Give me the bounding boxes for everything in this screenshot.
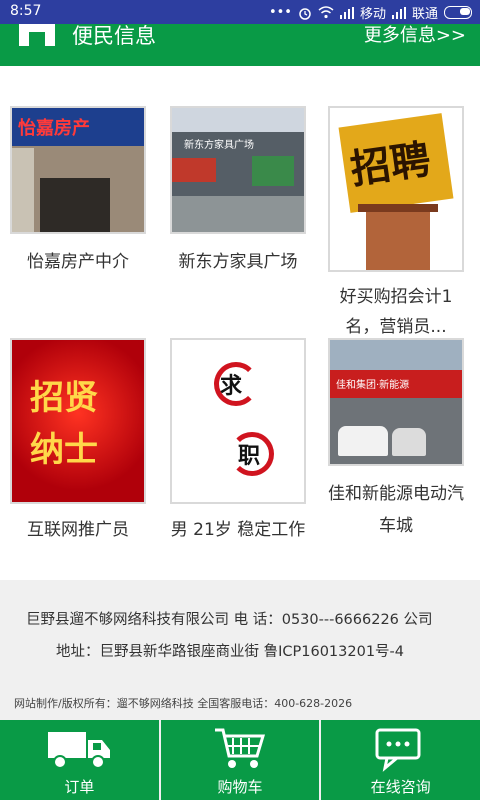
wifi-icon (318, 6, 334, 19)
carrier-1: 移动 (359, 7, 386, 22)
signal-icon (339, 6, 354, 19)
alarm-icon (299, 7, 311, 20)
card-label-ev-city: 佳和新能源电动汽车城 (328, 484, 464, 536)
footer-company: 巨野县遛不够网络科技有限公司 电 话：0530---6666226 公司 (26, 612, 433, 628)
more-info-link[interactable]: 更多信息>> (364, 21, 466, 47)
info-card-hiring[interactable]: 招聘 好买购招会计1名，营销员... (328, 106, 464, 342)
section-title: 便民信息 (72, 24, 156, 48)
info-grid: 怡嘉房产 怡嘉房产中介 新东方家具广场 新东方家具广场 招聘 好买购招会计1名，… (0, 66, 480, 580)
footer-info: 巨野县遛不够网络科技有限公司 电 话：0530---6666226 公司 地址：… (0, 580, 480, 720)
tab-consult[interactable]: 在线咨询 (321, 720, 480, 800)
info-card-recruit[interactable]: 招贤 纳士 互联网推广员 (10, 338, 146, 546)
tab-cart[interactable]: 购物车 (161, 720, 322, 800)
tab-consult-label: 在线咨询 (370, 778, 431, 796)
tab-orders-label: 订单 (64, 778, 95, 796)
status-icons: ••• 移动 联通 (269, 3, 472, 22)
chat-icon (375, 728, 421, 772)
card-label-jobseeker: 男 21岁 稳定工作 (170, 520, 306, 540)
footer-address: 地址：巨野县新华路银座商业街 鲁ICP16013201号-4 (56, 644, 405, 660)
bottom-tab-bar: 订单 购物车 在线咨询 (0, 720, 480, 800)
card-label-real-estate: 怡嘉房产中介 (27, 252, 129, 272)
footer-copyright: 网站制作/版权所有：遛不够网络科技 全国客服电话：400-628-2026 (14, 697, 353, 710)
tab-orders[interactable]: 订单 (0, 720, 161, 800)
card-image-hiring: 招聘 (328, 106, 464, 272)
card-image-real-estate: 怡嘉房产 (10, 106, 146, 234)
tab-cart-label: 购物车 (217, 778, 263, 796)
info-card-real-estate[interactable]: 怡嘉房产 怡嘉房产中介 (10, 106, 146, 278)
card-image-furniture: 新东方家具广场 (170, 106, 306, 234)
info-card-jobseeker[interactable]: 求 职 男 21岁 稳定工作 (170, 338, 306, 546)
section-header: 便民信息 更多信息>> (0, 24, 480, 66)
signal-icon-2 (391, 6, 406, 19)
truck-icon (48, 732, 111, 769)
battery-icon (444, 6, 472, 19)
card-label-furniture: 新东方家具广场 (178, 252, 298, 272)
carrier-2: 联通 (411, 7, 438, 22)
cart-icon (215, 728, 266, 768)
info-card-ev-city[interactable]: 佳和集团·新能源 佳和新能源电动汽车城 (328, 338, 464, 542)
card-image-jobseeker: 求 职 (170, 338, 306, 504)
info-card-furniture[interactable]: 新东方家具广场 新东方家具广场 (170, 106, 306, 278)
more-dots-icon: ••• (268, 5, 292, 20)
card-label-hiring: 好买购招会计1名，营销员... (339, 287, 453, 337)
house-icon (19, 24, 55, 46)
card-label-recruit: 互联网推广员 (27, 520, 129, 540)
card-image-recruit: 招贤 纳士 (10, 338, 146, 504)
status-time: 8:57 (10, 3, 42, 19)
card-image-ev-city: 佳和集团·新能源 (328, 338, 464, 466)
